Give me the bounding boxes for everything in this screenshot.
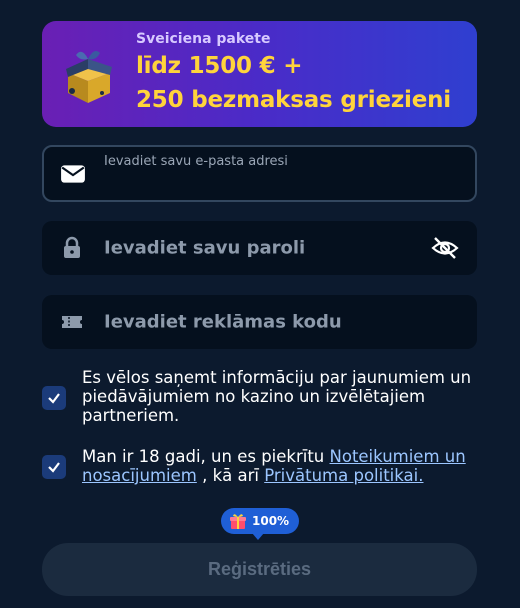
terms-text-before: Man ir 18 gadi, un es piekrītu bbox=[82, 447, 330, 466]
gift-box-icon bbox=[66, 51, 112, 103]
ticket-icon bbox=[62, 316, 82, 328]
progress-percent: 100% bbox=[252, 514, 290, 528]
password-field[interactable]: Ievadiet savu paroli bbox=[42, 221, 477, 275]
eye-off-icon[interactable] bbox=[431, 234, 459, 262]
marketing-consent: Es vēlos saņemt informāciju par jaunumie… bbox=[42, 368, 482, 428]
terms-consent-text: Man ir 18 gadi, un es piekrītu Noteikumi… bbox=[82, 447, 482, 485]
privacy-link[interactable]: Privātuma politikai. bbox=[264, 466, 423, 485]
terms-text-middle: , kā arī bbox=[196, 466, 265, 485]
terms-consent-checkbox[interactable] bbox=[42, 455, 66, 479]
gift-icon bbox=[230, 514, 246, 529]
promo-code-placeholder: Ievadiet reklāmas kodu bbox=[104, 311, 342, 333]
welcome-package-banner[interactable]: Sveiciena pakete līdz 1500 € + 250 bezma… bbox=[42, 21, 477, 127]
promo-code-field[interactable]: Ievadiet reklāmas kodu bbox=[42, 295, 477, 349]
register-button[interactable]: Reģistrēties bbox=[42, 543, 477, 596]
email-field[interactable]: Ievadiet savu e-pasta adresi bbox=[42, 145, 477, 202]
promo-free-spins: 250 bezmaksas griezieni bbox=[136, 87, 451, 113]
marketing-consent-text: Es vēlos saņemt informāciju par jaunumie… bbox=[82, 368, 472, 425]
marketing-consent-checkbox[interactable] bbox=[42, 386, 66, 410]
promo-bonus-amount: līdz 1500 € + bbox=[136, 53, 303, 79]
promo-title: Sveiciena pakete bbox=[136, 31, 271, 47]
envelope-icon bbox=[61, 164, 85, 183]
email-field-label: Ievadiet savu e-pasta adresi bbox=[104, 154, 288, 169]
progress-badge: 100% bbox=[221, 508, 299, 540]
checkmark-icon bbox=[48, 393, 60, 404]
password-placeholder: Ievadiet savu paroli bbox=[104, 237, 306, 259]
checkmark-icon bbox=[48, 462, 60, 473]
terms-consent: Man ir 18 gadi, un es piekrītu Noteikumi… bbox=[42, 447, 482, 487]
lock-icon bbox=[64, 236, 80, 258]
